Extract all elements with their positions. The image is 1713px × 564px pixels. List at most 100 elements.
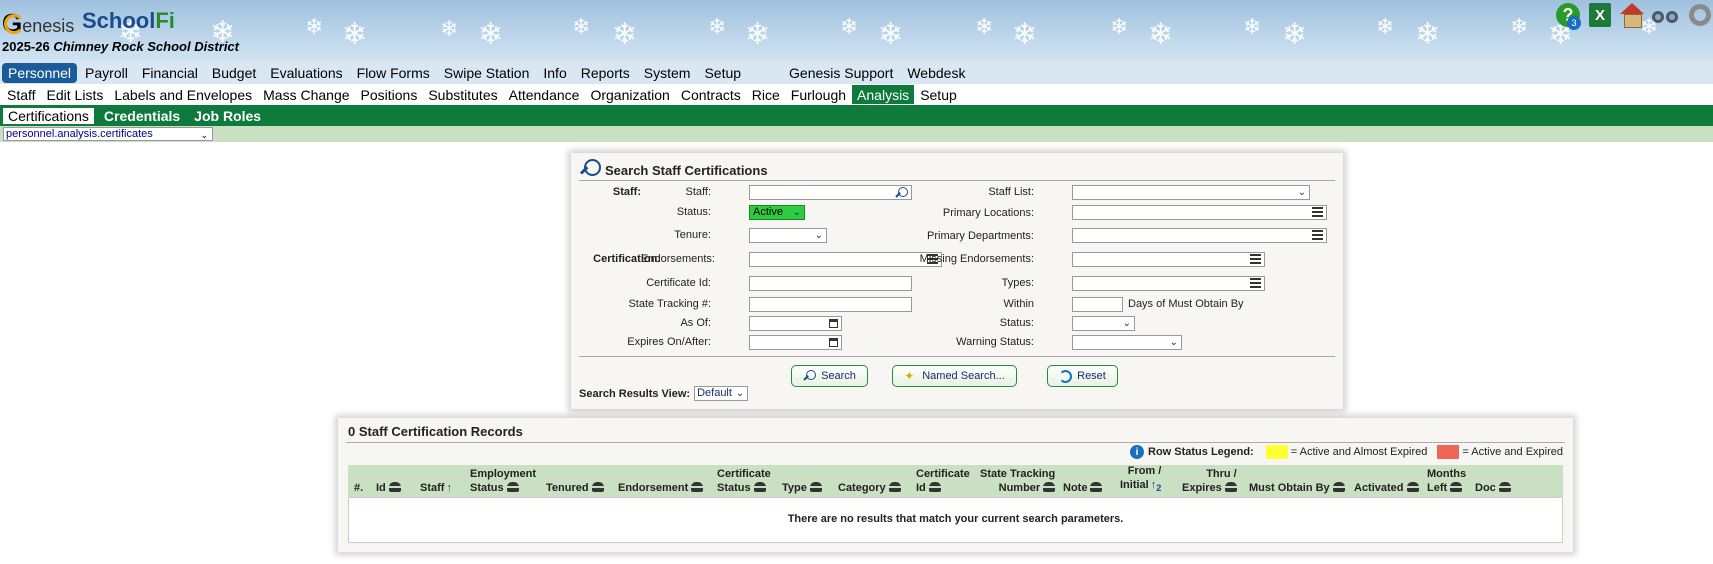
col-state-tracking[interactable]: State Tracking Number <box>980 467 1056 495</box>
col-months-left[interactable]: Months Left <box>1427 467 1466 495</box>
column-menu-icon[interactable] <box>506 482 519 492</box>
warning-status-select[interactable]: ⌄ <box>1072 335 1182 350</box>
col-endorsement[interactable]: Endorsement <box>618 481 704 495</box>
col-num[interactable]: #. <box>354 481 363 495</box>
submenu-mass-change[interactable]: Mass Change <box>258 85 354 104</box>
menu-setup[interactable]: Setup <box>698 63 747 83</box>
cert-status-select[interactable]: ⌄ <box>1072 316 1135 331</box>
col-tenured[interactable]: Tenured <box>546 481 604 495</box>
menu-budget[interactable]: Budget <box>206 63 262 83</box>
column-menu-icon[interactable] <box>753 482 766 492</box>
named-search-button[interactable]: ✦ Named Search... <box>892 365 1017 387</box>
find-button[interactable] <box>1651 2 1681 28</box>
settings-button[interactable] <box>1687 2 1713 28</box>
results-view-select[interactable]: Default ⌄ <box>694 386 749 401</box>
within-days-input[interactable] <box>1072 297 1123 312</box>
list-icon[interactable] <box>1312 207 1323 217</box>
submenu-organization[interactable]: Organization <box>585 85 674 104</box>
snowflake-icon: ❄ <box>1148 18 1174 51</box>
help-button[interactable]: ? 3 <box>1555 2 1581 30</box>
submenu-attendance[interactable]: Attendance <box>504 85 585 104</box>
column-menu-icon[interactable] <box>1043 482 1056 492</box>
calendar-icon[interactable] <box>829 338 838 347</box>
as-of-date-input[interactable] <box>749 316 842 331</box>
menu-personnel[interactable]: Personnel <box>2 63 78 83</box>
col-doc[interactable]: Doc <box>1475 481 1511 495</box>
menu-payroll[interactable]: Payroll <box>79 63 134 83</box>
submenu-contracts[interactable]: Contracts <box>676 85 746 104</box>
column-menu-icon[interactable] <box>1224 482 1237 492</box>
menu-flow-forms[interactable]: Flow Forms <box>351 63 436 83</box>
search-icon[interactable] <box>895 187 908 200</box>
tab-job-roles[interactable]: Job Roles <box>189 107 266 125</box>
col-must-obtain-by[interactable]: Must Obtain By <box>1249 481 1345 495</box>
column-menu-icon[interactable] <box>1450 482 1463 492</box>
column-menu-icon[interactable] <box>928 482 941 492</box>
column-menu-icon[interactable] <box>1498 482 1511 492</box>
staff-input[interactable] <box>749 185 912 200</box>
submenu-rice[interactable]: Rice <box>747 85 785 104</box>
submenu-edit-lists[interactable]: Edit Lists <box>42 85 109 104</box>
column-menu-icon[interactable] <box>388 482 401 492</box>
column-menu-icon[interactable] <box>591 482 604 492</box>
col-note[interactable]: Note <box>1063 481 1103 495</box>
submenu-setup[interactable]: Setup <box>915 85 962 104</box>
column-menu-icon[interactable] <box>1406 482 1419 492</box>
reset-button[interactable]: Reset <box>1047 365 1118 387</box>
screen-path-select[interactable]: personnel.analysis.certificates ⌄ <box>3 127 213 141</box>
calendar-icon[interactable] <box>829 319 838 328</box>
chevron-down-icon: ⌄ <box>814 230 823 241</box>
menu-financial[interactable]: Financial <box>136 63 204 83</box>
list-icon[interactable] <box>1250 254 1261 264</box>
search-panel-title: Search Staff Certifications <box>579 159 768 181</box>
menu-swipe-station[interactable]: Swipe Station <box>438 63 536 83</box>
missing-endorsements-input[interactable] <box>1072 252 1265 267</box>
list-icon[interactable] <box>1250 278 1261 288</box>
col-thru-expires[interactable]: Thru / Expires <box>1182 467 1237 495</box>
primary-departments-input[interactable] <box>1072 228 1327 243</box>
menu-system[interactable]: System <box>638 63 697 83</box>
primary-locations-input[interactable] <box>1072 205 1327 220</box>
menu-evaluations[interactable]: Evaluations <box>264 63 348 83</box>
genesis-logo[interactable]: Genesis <box>2 8 74 39</box>
types-input[interactable] <box>1072 276 1265 291</box>
state-tracking-input[interactable] <box>749 297 912 312</box>
col-id[interactable]: Id <box>376 481 401 495</box>
tab-certifications[interactable]: Certifications <box>2 106 95 125</box>
search-button[interactable]: Search <box>791 365 868 387</box>
column-menu-icon[interactable] <box>691 482 704 492</box>
staff-list-select[interactable]: ⌄ <box>1072 185 1310 200</box>
column-menu-icon[interactable] <box>1090 482 1103 492</box>
submenu-staff[interactable]: Staff <box>2 85 41 104</box>
chevron-down-icon: ⌄ <box>1297 187 1306 198</box>
col-staff[interactable]: Staff ↑ <box>420 481 452 495</box>
menu-genesis-support[interactable]: Genesis Support <box>783 63 899 83</box>
certificate-id-input[interactable] <box>749 276 912 291</box>
col-category[interactable]: Category <box>838 481 901 495</box>
menu-reports[interactable]: Reports <box>575 63 636 83</box>
menu-info[interactable]: Info <box>537 63 572 83</box>
column-menu-icon[interactable] <box>1332 482 1345 492</box>
col-type[interactable]: Type <box>782 481 822 495</box>
tenure-select[interactable]: ⌄ <box>749 228 827 243</box>
snowflake-icon: ❄ <box>440 16 459 41</box>
col-from-initial[interactable]: From / Initial ↑2 <box>1120 464 1161 495</box>
submenu-substitutes[interactable]: Substitutes <box>423 85 502 104</box>
col-activated[interactable]: Activated <box>1354 481 1419 495</box>
column-menu-icon[interactable] <box>888 482 901 492</box>
list-icon[interactable] <box>1312 230 1323 240</box>
submenu-labels[interactable]: Labels and Envelopes <box>109 85 257 104</box>
col-employment-status[interactable]: Employment Status <box>470 467 536 495</box>
menu-webdesk[interactable]: Webdesk <box>901 63 971 83</box>
home-button[interactable] <box>1619 2 1645 28</box>
submenu-positions[interactable]: Positions <box>356 85 423 104</box>
tab-credentials[interactable]: Credentials <box>99 107 185 125</box>
submenu-analysis[interactable]: Analysis <box>852 85 915 104</box>
expires-date-input[interactable] <box>749 335 842 350</box>
col-certificate-id[interactable]: Certificate Id <box>916 467 970 495</box>
status-select[interactable]: Active ⌄ <box>749 205 805 220</box>
col-certificate-status[interactable]: Certificate Status <box>717 467 771 495</box>
excel-button[interactable]: X <box>1587 2 1613 28</box>
column-menu-icon[interactable] <box>809 482 822 492</box>
submenu-furlough[interactable]: Furlough <box>786 85 851 104</box>
